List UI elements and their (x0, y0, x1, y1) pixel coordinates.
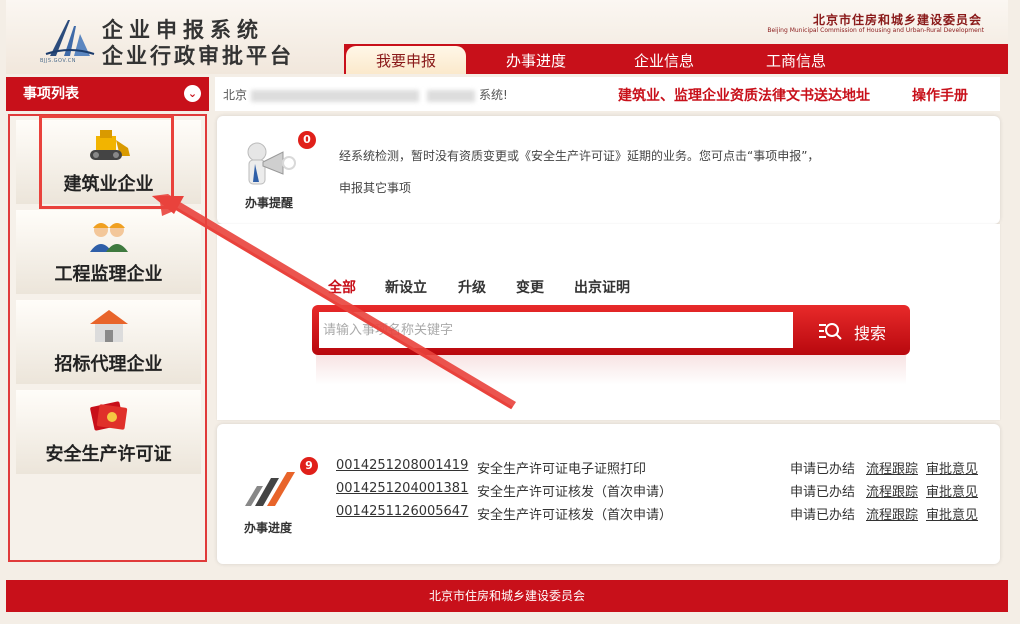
filter-change[interactable]: 变更 (516, 277, 544, 297)
notice-suffix: 系统! (479, 88, 508, 102)
sidebar-item-safety-license[interactable]: 安全生产许可证 (16, 390, 201, 474)
approval-opinion-link[interactable]: 审批意见 (926, 504, 978, 523)
sidebar-title: 事项列表 (23, 86, 79, 102)
sidebar-item-bidding[interactable]: 招标代理企业 (16, 300, 201, 384)
reminder-caption: 办事提醒 (245, 196, 294, 210)
process-tracking-link[interactable]: 流程跟踪 (866, 504, 918, 523)
manual-link[interactable]: 操作手册 (912, 85, 968, 105)
tab-company-info[interactable]: 企业信息 (604, 48, 724, 74)
notice-bar: 北京 系统! 建筑业、监理企业资质法律文书送达地址 操作手册 (215, 77, 1000, 111)
process-tracking-link[interactable]: 流程跟踪 (866, 481, 918, 500)
progress-chart-icon (245, 472, 295, 506)
search-input[interactable] (319, 312, 793, 348)
tab-business-info[interactable]: 工商信息 (736, 48, 856, 74)
main-nav: 我要申报 办事进度 企业信息 工商信息 (6, 40, 1008, 74)
megaphone-icon (247, 142, 296, 185)
sidebar-header[interactable]: 事项列表 ⌄ (6, 77, 209, 111)
filter-out-of-beijing[interactable]: 出京证明 (574, 277, 630, 297)
footer: 北京市住房和城乡建设委员会 (6, 580, 1008, 612)
workers-icon (89, 223, 128, 252)
progress-caption: 办事进度 (244, 521, 293, 535)
redacted-text (427, 89, 476, 102)
filter-upgrade[interactable]: 升级 (458, 277, 486, 297)
certificate-icon (89, 401, 127, 431)
reminder-line-1: 经系统检测，暂时没有资质变更或《安全生产许可证》延期的业务。您可点击“事项申报”… (339, 149, 820, 163)
application-id-link[interactable]: 0014251126005647 (336, 504, 468, 519)
application-desc: 安全生产许可证核发（首次申请） (477, 508, 673, 523)
reminder-badge: 0 (298, 131, 316, 149)
sidebar-item-label: 安全生产许可证 (45, 444, 172, 465)
tab-apply[interactable]: 我要申报 (344, 44, 468, 74)
chevron-down-icon[interactable]: ⌄ (184, 85, 201, 102)
application-id-link[interactable]: 0014251204001381 (336, 481, 468, 496)
search-reflection (316, 355, 906, 385)
redacted-text (251, 89, 420, 102)
reminder-panel: 0 办事提醒 经系统检测，暂时没有资质变更或《安全生产许可证》延期的业务。您可点… (217, 116, 1000, 224)
approval-opinion-link[interactable]: 审批意见 (926, 481, 978, 500)
reminder-line-2: 申报其它事项 (339, 181, 412, 195)
notice-prefix: 北京 (223, 88, 248, 102)
application-desc: 安全生产许可证电子证照打印 (477, 462, 647, 477)
search-icon (819, 323, 842, 340)
tab-progress[interactable]: 办事进度 (476, 48, 596, 74)
agency-name-en: Beijing Municipal Commission of Housing … (767, 27, 984, 34)
notice-text: 北京 系统! (223, 86, 508, 103)
filter-all[interactable]: 全部 (328, 277, 356, 297)
sidebar-item-label: 招标代理企业 (54, 354, 163, 375)
search-bar: 搜索 (312, 305, 910, 355)
delivery-address-link[interactable]: 建筑业、监理企业资质法律文书送达地址 (618, 85, 870, 105)
application-status: 申请已办结 (790, 485, 856, 500)
application-desc: 安全生产许可证核发（首次申请） (477, 485, 673, 500)
progress-badge: 9 (300, 457, 318, 475)
application-status: 申请已办结 (790, 508, 856, 523)
approval-opinion-link[interactable]: 审批意见 (926, 458, 978, 477)
filter-new[interactable]: 新设立 (385, 277, 427, 297)
house-icon (89, 310, 128, 342)
search-button-label: 搜索 (854, 324, 887, 343)
application-id-link[interactable]: 0014251208001419 (336, 458, 468, 473)
agency-name: 北京市住房和城乡建设委员会 (812, 13, 982, 27)
search-button[interactable]: 搜索 (814, 317, 904, 345)
application-status: 申请已办结 (790, 462, 856, 477)
selection-highlight (39, 115, 174, 209)
sidebar-item-supervision[interactable]: 工程监理企业 (16, 210, 201, 294)
process-tracking-link[interactable]: 流程跟踪 (866, 458, 918, 477)
sidebar-item-label: 工程监理企业 (54, 264, 163, 285)
